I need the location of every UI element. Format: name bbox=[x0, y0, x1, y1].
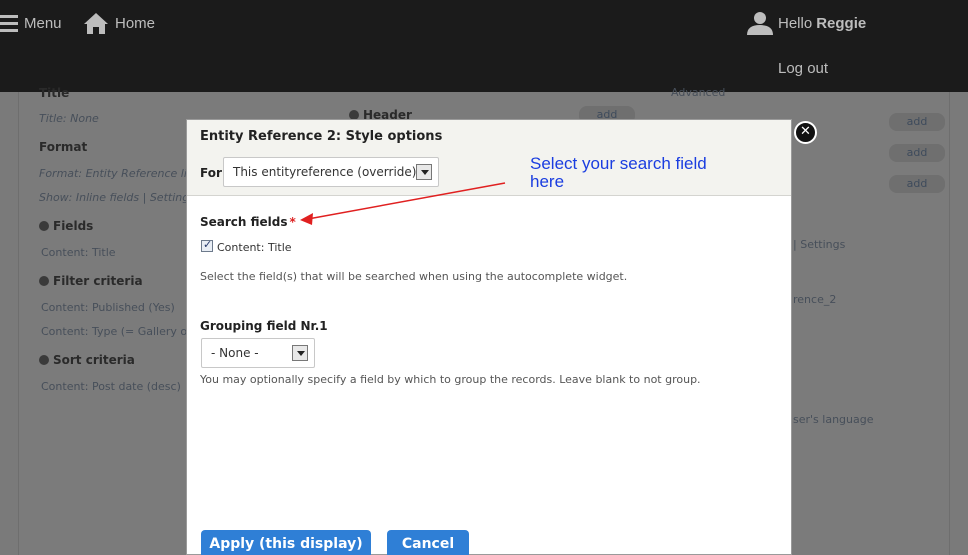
annotation-line-1: Select your search field bbox=[530, 154, 707, 173]
bg-add-button-3[interactable]: add bbox=[889, 175, 945, 193]
bg-settings-link: | Settings bbox=[793, 238, 845, 251]
bg-show-row: Show: Inline fields | Settings bbox=[39, 191, 195, 204]
bg-ref-partial[interactable]: rence_2 bbox=[793, 293, 836, 306]
search-fields-label: Search fields * bbox=[200, 215, 296, 229]
bg-format-label: Format: bbox=[39, 167, 83, 180]
bg-add-button-1[interactable]: add bbox=[889, 113, 945, 131]
bg-filter-label: Filter criteria bbox=[53, 274, 143, 288]
for-label: For bbox=[200, 166, 222, 180]
bg-show-label: Show: bbox=[39, 191, 73, 204]
menu-label: Menu bbox=[24, 14, 62, 32]
bg-advanced-link[interactable]: Advanced bbox=[671, 86, 725, 99]
bg-title-head: Title bbox=[39, 86, 70, 100]
bg-fields-head: Fields bbox=[39, 219, 93, 233]
bg-title-row: Title: None bbox=[39, 112, 99, 125]
required-marker: * bbox=[289, 215, 296, 229]
cancel-button[interactable]: Cancel bbox=[387, 530, 469, 555]
dialog-title: Entity Reference 2: Style options bbox=[200, 129, 443, 144]
question-circle-icon bbox=[39, 276, 49, 286]
hello-text: Hello bbox=[778, 14, 813, 32]
bg-sort-head: Sort criteria bbox=[39, 353, 135, 367]
home-link[interactable]: Home bbox=[83, 12, 155, 34]
bg-title-value[interactable]: None bbox=[70, 112, 99, 125]
grouping-field-description: You may optionally specify a field by wh… bbox=[200, 373, 701, 386]
bg-show-value[interactable]: Inline fields bbox=[76, 191, 139, 204]
user-menu[interactable]: Hello Reggie bbox=[746, 12, 867, 35]
bg-sort-label: Sort criteria bbox=[53, 353, 135, 367]
bg-add-button-2[interactable]: add bbox=[889, 144, 945, 162]
for-select-value: This entityreference (override) bbox=[233, 165, 417, 179]
question-circle-icon bbox=[39, 221, 49, 231]
grouping-field-label: Grouping field Nr.1 bbox=[200, 319, 328, 333]
bg-fields-item[interactable]: Content: Title bbox=[41, 246, 116, 259]
bg-sort-item[interactable]: Content: Post date (desc) bbox=[41, 380, 181, 393]
bg-format-row: Format: Entity Reference list bbox=[39, 167, 197, 180]
question-circle-icon bbox=[39, 355, 49, 365]
chevron-down-icon bbox=[416, 164, 432, 180]
bg-filter-item-2[interactable]: Content: Type (= Gallery of ph bbox=[41, 325, 208, 338]
home-label: Home bbox=[115, 14, 156, 32]
annotation-line-2: here bbox=[530, 172, 565, 191]
search-fields-text: Search fields bbox=[200, 215, 288, 229]
annotation-text: Select your search field here bbox=[530, 155, 760, 191]
admin-toolbar: Menu Home Hello Reggie Log out bbox=[0, 0, 968, 92]
bg-filter-item-1[interactable]: Content: Published (Yes) bbox=[41, 301, 175, 314]
bg-title-label: Title: bbox=[39, 112, 67, 125]
logout-link[interactable]: Log out bbox=[778, 60, 828, 77]
bg-show-sep: | bbox=[142, 191, 147, 204]
user-icon bbox=[747, 12, 773, 35]
grouping-field-select[interactable]: - None - bbox=[201, 338, 315, 368]
apply-button[interactable]: Apply (this display) bbox=[201, 530, 371, 555]
search-fields-description: Select the field(s) that will be searche… bbox=[200, 270, 628, 283]
bg-format-value[interactable]: Entity Reference list bbox=[86, 167, 197, 180]
bg-settings-label[interactable]: Settings bbox=[800, 238, 845, 251]
bg-filter-head: Filter criteria bbox=[39, 274, 143, 288]
bg-lang-partial[interactable]: ser's language bbox=[793, 413, 874, 426]
grouping-field-value: - None - bbox=[211, 346, 259, 360]
content-title-checkbox[interactable] bbox=[201, 238, 213, 252]
chevron-down-icon bbox=[292, 345, 308, 361]
bg-settings-sep: | bbox=[793, 238, 797, 251]
close-icon[interactable]: ✕ bbox=[794, 121, 817, 144]
bg-format-head: Format bbox=[39, 140, 88, 154]
for-select[interactable]: This entityreference (override) bbox=[223, 157, 439, 187]
bg-fields-label: Fields bbox=[53, 219, 94, 233]
home-icon bbox=[84, 13, 108, 34]
content-title-checkbox-label[interactable]: Content: Title bbox=[217, 241, 292, 254]
hamburger-icon bbox=[0, 15, 18, 32]
menu-link[interactable]: Menu bbox=[0, 12, 62, 34]
username: Reggie bbox=[816, 14, 867, 32]
